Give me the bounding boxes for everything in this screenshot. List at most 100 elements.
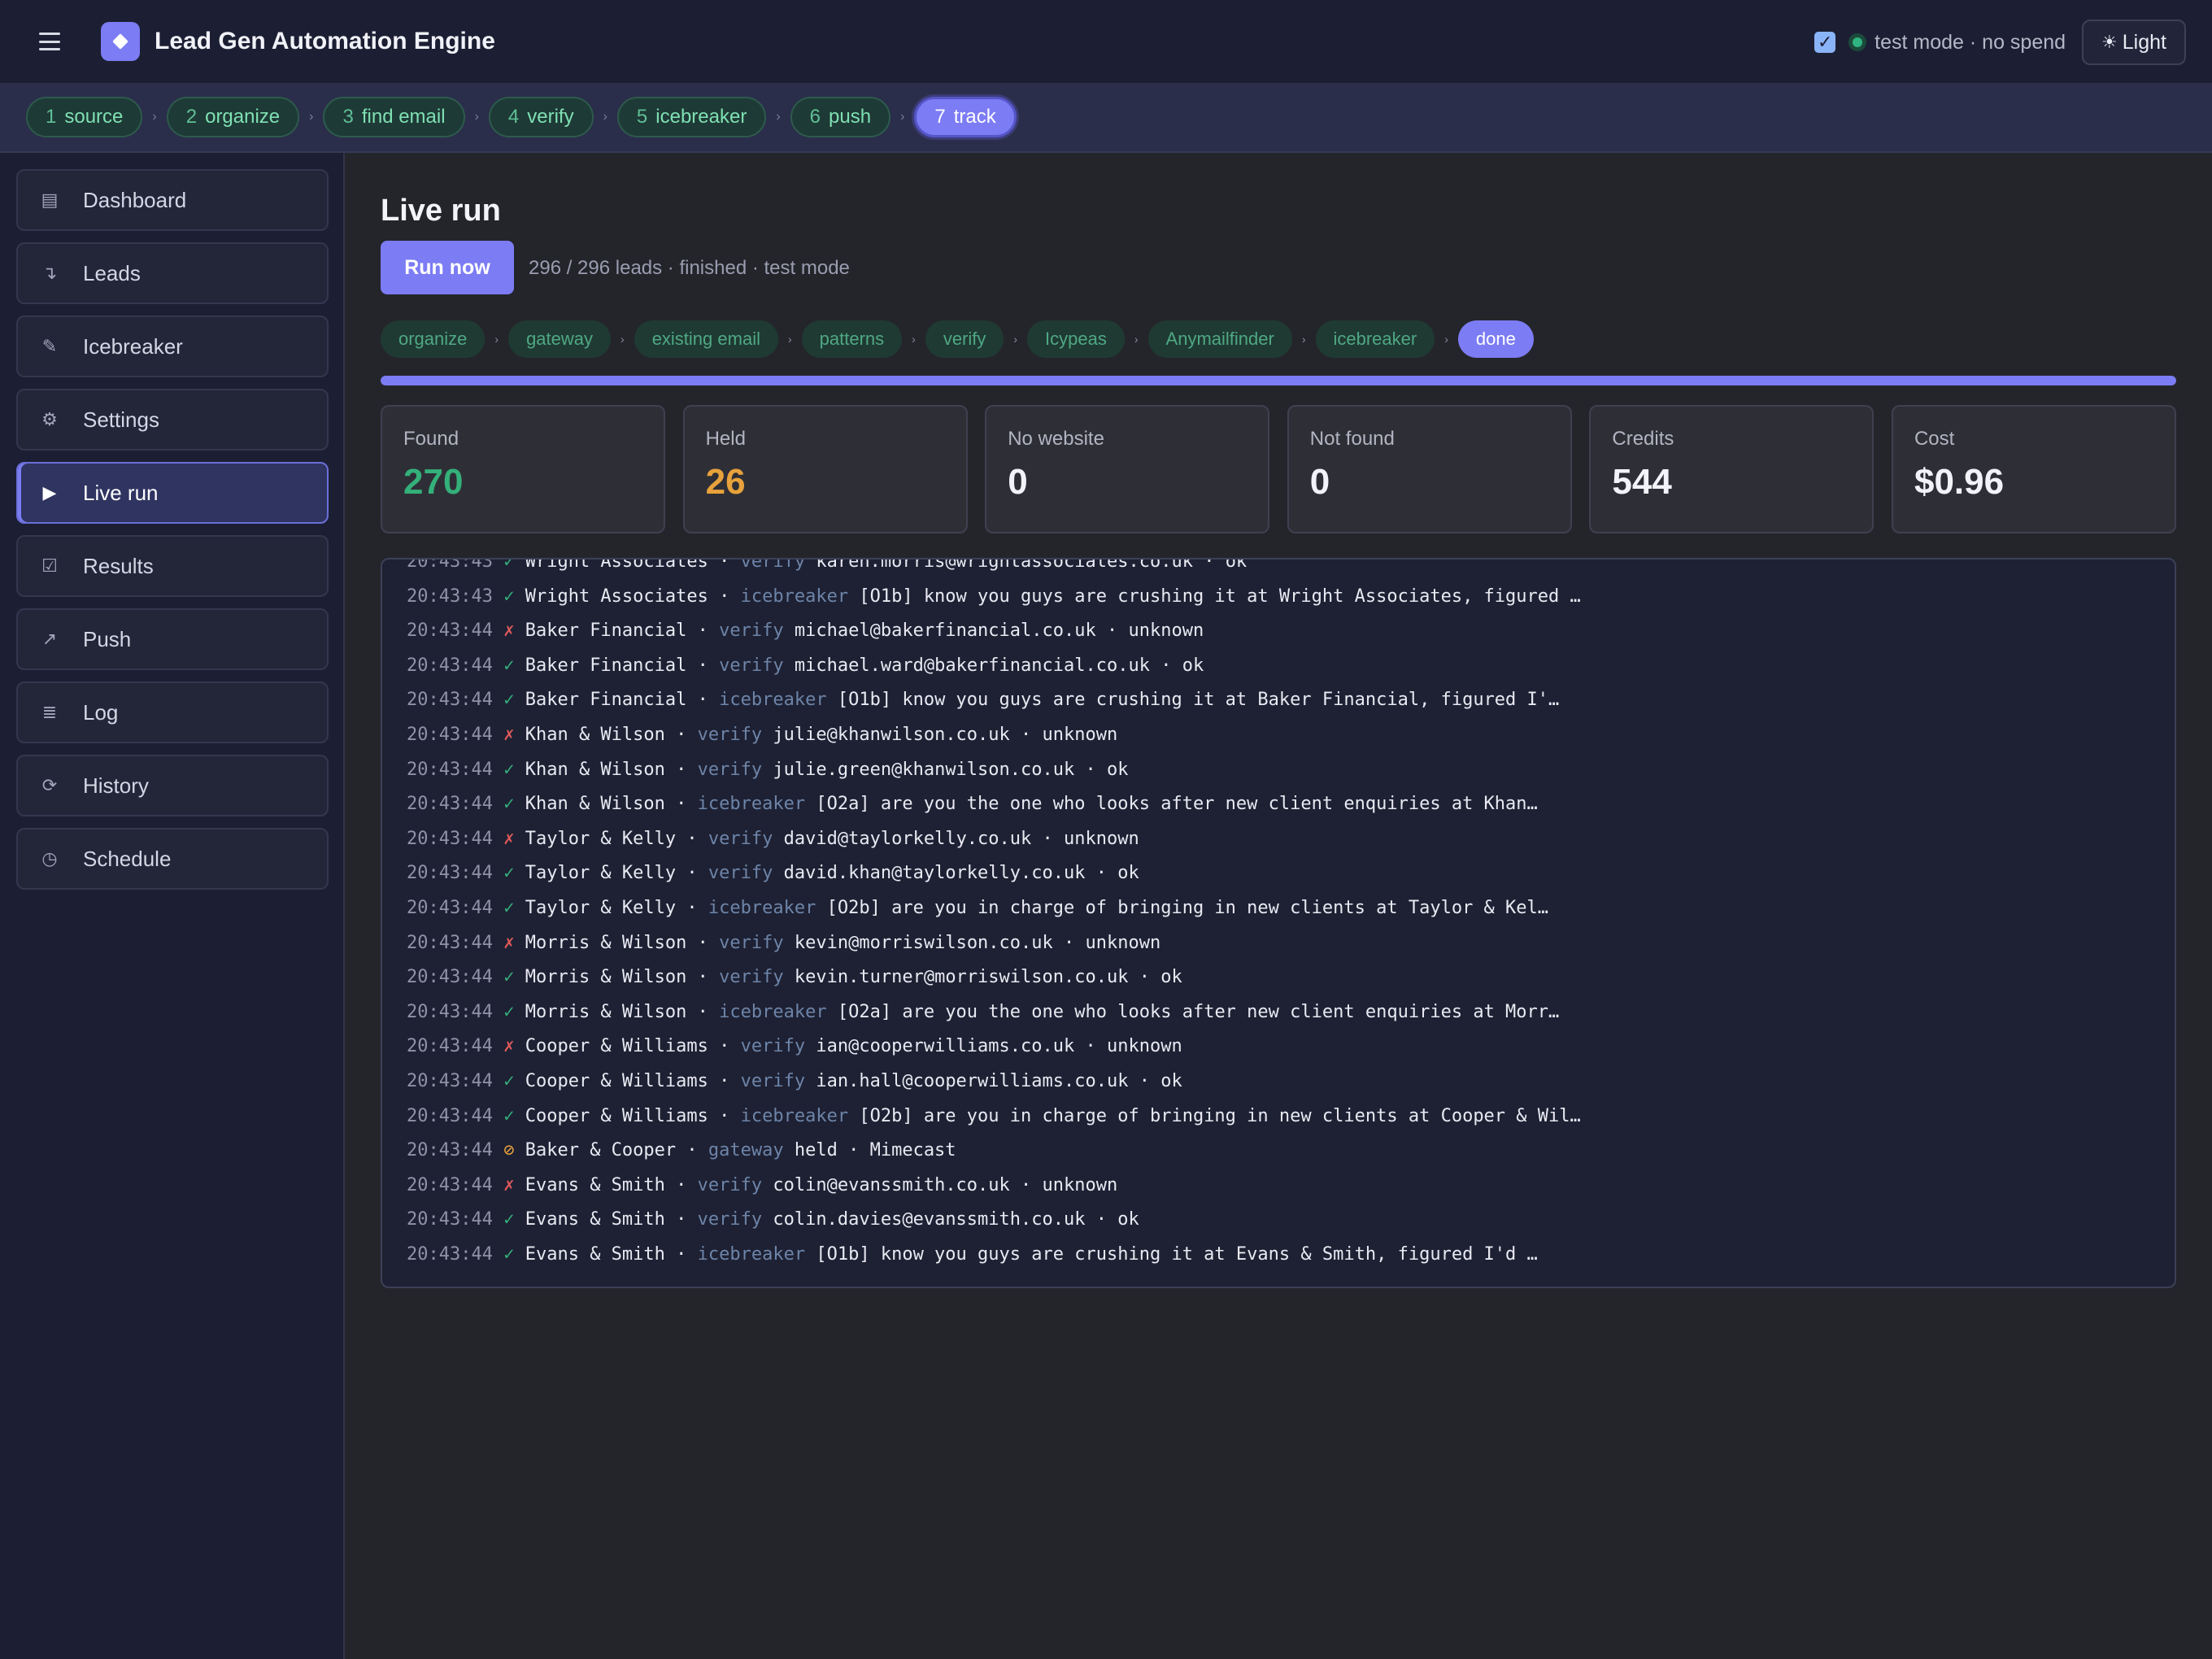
log-company: Evans & Smith — [525, 1174, 665, 1195]
pipeline-step-source[interactable]: 1 source — [26, 97, 143, 137]
hamburger-menu-icon[interactable] — [33, 29, 67, 54]
blocked-icon: ⊘ — [503, 1140, 515, 1161]
stat-value: 270 — [403, 462, 464, 502]
log-company: Evans & Smith — [525, 1209, 665, 1230]
test-mode-label: test mode · no spend — [1875, 30, 2066, 54]
log-line: 20:43:44 ✗ Baker Financial · verify mich… — [407, 620, 1204, 642]
sidebar-item-leads[interactable]: ↴ Leads — [16, 242, 329, 304]
sun-icon: ☀ — [2101, 32, 2118, 52]
chevron-right-icon: › — [474, 110, 479, 124]
log-company: Khan & Wilson — [525, 725, 665, 745]
step-label: verify — [527, 106, 574, 128]
theme-toggle-button[interactable]: ☀ Light — [2082, 20, 2186, 65]
log-detail: held · Mimecast — [794, 1140, 956, 1161]
log-company: Taylor & Kelly — [525, 828, 677, 849]
sidebar-item-schedule[interactable]: ◷ Schedule — [16, 828, 329, 890]
stat-card-cost: Cost $0.96 — [1891, 405, 2176, 533]
log-company: Taylor & Kelly — [525, 898, 677, 918]
step-number: 1 — [46, 106, 57, 128]
list-icon: ≣ — [41, 702, 58, 722]
step-label: push — [829, 106, 872, 128]
stat-value: 0 — [1008, 462, 1028, 502]
run-status: 296 / 296 leads · finished · test mode — [529, 257, 850, 279]
check-icon: ✓ — [503, 1071, 515, 1091]
sidebar-item-log[interactable]: ≣ Log — [16, 681, 329, 743]
log-timestamp: 20:43:43 — [407, 586, 493, 607]
log-step: verify — [719, 620, 784, 642]
stat-label: Not found — [1309, 428, 1395, 450]
pencil-icon: ✎ — [41, 336, 58, 356]
cross-icon: ✗ — [503, 932, 515, 953]
log-timestamp: 20:43:44 — [407, 620, 493, 642]
log-panel[interactable]: 20:43:43 ✓ Wright Associates · verify ka… — [381, 558, 2176, 1288]
log-line: 20:43:44 ✗ Morris & Wilson · verify kevi… — [407, 932, 1161, 953]
step-label: organize — [205, 106, 281, 128]
log-company: Morris & Wilson — [525, 967, 687, 988]
cross-icon: ✗ — [503, 620, 515, 642]
check-icon: ✓ — [503, 863, 515, 884]
log-step: verify — [708, 863, 773, 884]
log-step: verify — [697, 1174, 763, 1195]
sidebar-item-live-run[interactable]: ▶ Live run — [16, 462, 329, 524]
sidebar-item-settings[interactable]: ⚙ Settings — [16, 389, 329, 451]
sidebar-item-label: Dashboard — [83, 187, 187, 212]
log-line: 20:43:44 ✓ Baker Financial · verify mich… — [407, 655, 1204, 676]
dashboard-icon: ▤ — [41, 189, 59, 210]
stage-chip-patterns: patterns — [801, 320, 903, 358]
leads-icon: ↴ — [41, 263, 58, 283]
check-icon: ✓ — [503, 558, 515, 572]
log-line: 20:43:44 ✓ Cooper & Williams · verify ia… — [407, 1071, 1182, 1091]
log-line: 20:43:44 ✗ Taylor & Kelly · verify david… — [407, 828, 1139, 849]
log-detail: david@taylorkelly.co.uk · unknown — [783, 828, 1139, 849]
pipeline-step-find-email[interactable]: 3 find email — [323, 97, 465, 137]
stat-value: 544 — [1612, 462, 1672, 502]
sidebar-item-dashboard[interactable]: ▤ Dashboard — [16, 169, 329, 231]
play-icon: ▶ — [42, 482, 57, 503]
log-timestamp: 20:43:44 — [407, 828, 493, 849]
pipeline-step-organize[interactable]: 2 organize — [166, 97, 300, 137]
log-detail: david.khan@taylorkelly.co.uk · ok — [783, 863, 1139, 884]
cross-icon: ✗ — [503, 828, 515, 849]
pipeline-step-track[interactable]: 7 track — [914, 97, 1017, 137]
log-timestamp: 20:43:44 — [407, 725, 493, 745]
sidebar-item-push[interactable]: ↗ Push — [16, 608, 329, 670]
run-now-button[interactable]: Run now — [381, 241, 514, 294]
sidebar-item-icebreaker[interactable]: ✎ Icebreaker — [16, 316, 329, 377]
log-line: 20:43:44 ✓ Morris & Wilson · verify kevi… — [407, 967, 1182, 988]
log-detail: michael@bakerfinancial.co.uk · unknown — [794, 620, 1204, 642]
stage-chip-gateway: gateway — [508, 320, 612, 358]
sidebar-item-label: Log — [83, 699, 119, 725]
log-detail: kevin.turner@morriswilson.co.uk · ok — [794, 967, 1182, 988]
pipeline-step-push[interactable]: 6 push — [790, 97, 891, 137]
step-label: source — [64, 106, 124, 128]
log-detail: karen.morris@wrightassociates.co.uk · ok — [816, 558, 1248, 572]
sidebar-item-history[interactable]: ⟳ History — [16, 755, 329, 816]
check-icon: ✓ — [503, 1209, 515, 1230]
log-company: Baker Financial — [525, 620, 687, 642]
cross-icon: ✗ — [503, 1036, 515, 1057]
chevron-right-icon: › — [1444, 333, 1448, 346]
log-line: 20:43:44 ✓ Cooper & Williams · icebreake… — [407, 1105, 1581, 1126]
step-label: track — [953, 106, 996, 128]
stage-chip-icypeas: Icypeas — [1027, 320, 1125, 358]
pipeline-step-verify[interactable]: 4 verify — [488, 97, 594, 137]
check-icon: ✓ — [503, 655, 515, 676]
chevron-right-icon: › — [309, 110, 314, 124]
stats-row: Found 270 Held 26 No website 0 Not found 0 Credi… — [381, 405, 2176, 533]
log-line: 20:43:44 ✗ Evans & Smith · verify colin@… — [407, 1174, 1118, 1195]
log-company: Morris & Wilson — [525, 1001, 687, 1022]
log-step: verify — [697, 725, 763, 745]
log-timestamp: 20:43:44 — [407, 1036, 493, 1057]
check-box-icon: ☑ — [41, 555, 58, 576]
test-mode-checkbox[interactable]: ✓ — [1814, 32, 1836, 53]
stage-chip-anymailfinder: Anymailfinder — [1147, 320, 1292, 358]
sidebar-item-results[interactable]: ☑ Results — [16, 535, 329, 597]
sidebar-item-label: Results — [83, 553, 154, 578]
pipeline-step-icebreaker[interactable]: 5 icebreaker — [616, 97, 767, 137]
check-icon: ✓ — [503, 794, 515, 815]
stat-value: 26 — [705, 462, 746, 502]
stat-card-not-found: Not found 0 — [1287, 405, 1572, 533]
check-icon: ✓ — [503, 1244, 515, 1265]
stage-chip-existing-email: existing email — [634, 320, 778, 358]
clock-icon: ◷ — [41, 848, 58, 869]
